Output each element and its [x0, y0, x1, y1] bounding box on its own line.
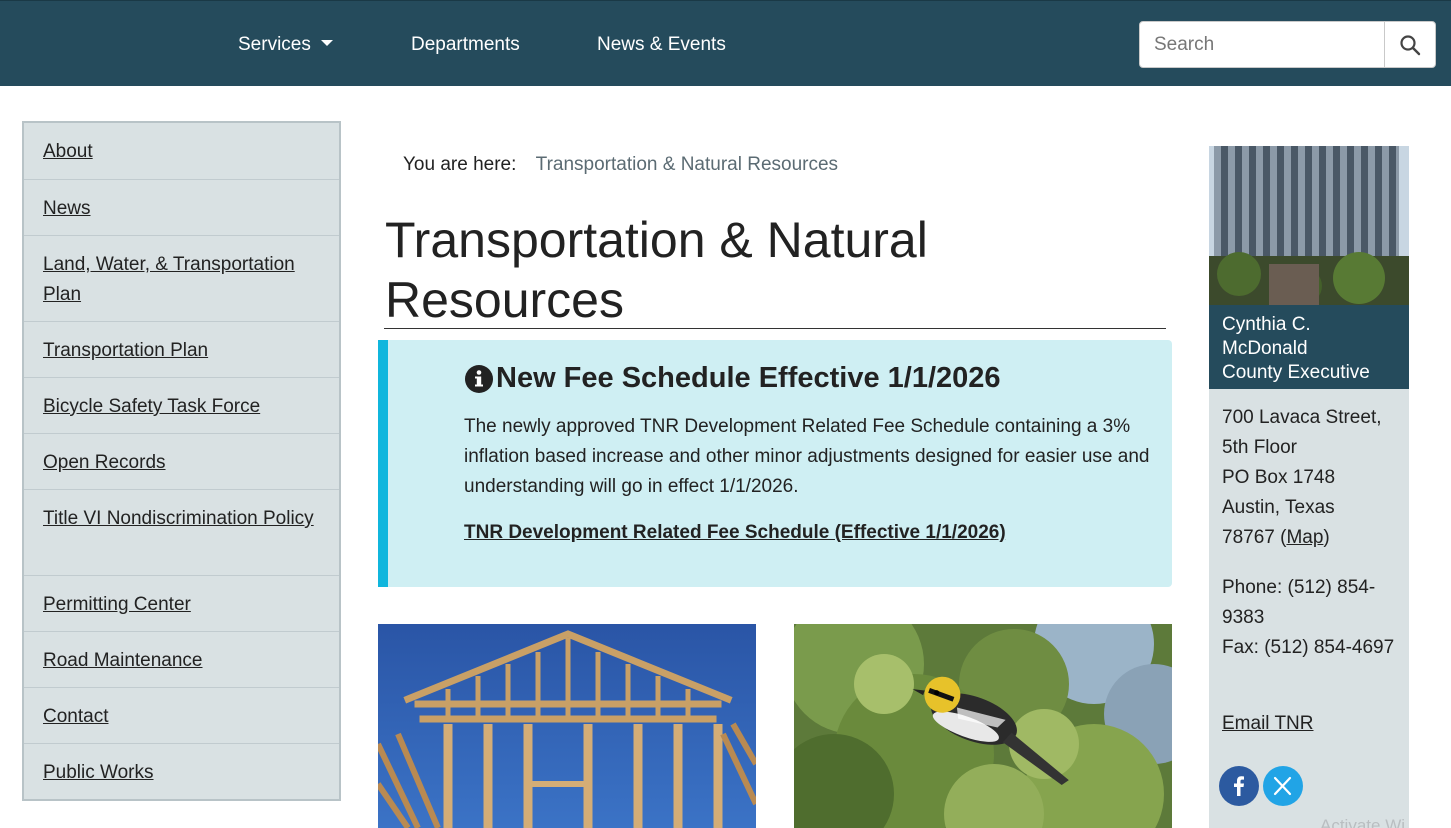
nav-services-dropdown[interactable]: Services [238, 34, 333, 56]
sidebar-nav: About News Land, Water, & Transportation… [22, 121, 341, 801]
x-twitter-button[interactable] [1263, 766, 1303, 806]
x-icon [1273, 776, 1292, 796]
construction-photo[interactable] [378, 624, 756, 828]
activate-windows-watermark: Activate Wi [1320, 816, 1406, 828]
sidebar-item-about[interactable]: About [24, 123, 339, 179]
phone-number: Phone: (512) 854-9383 [1222, 577, 1376, 628]
breadcrumb-prefix: You are here: [403, 154, 517, 175]
sidebar-item-transportation-plan[interactable]: Transportation Plan [24, 321, 339, 377]
page-title: Transportation & Natural Resources [385, 212, 928, 328]
search-icon [1400, 34, 1421, 55]
alert-body: The newly approved TNR Development Relat… [464, 416, 1150, 497]
facebook-icon [1234, 776, 1244, 796]
sidebar-item-news[interactable]: News [24, 179, 339, 235]
alert-heading: New Fee Schedule Effective 1/1/2026 [464, 362, 1001, 395]
fee-schedule-link[interactable]: TNR Development Related Fee Schedule (Ef… [464, 522, 1006, 544]
sidebar-item-open-records[interactable]: Open Records [24, 433, 339, 489]
executive-role: County Executive [1222, 362, 1370, 383]
executive-info: Cynthia C. McDonald County Executive [1209, 305, 1409, 389]
search-button[interactable] [1384, 21, 1436, 68]
address-street: 700 Lavaca Street, 5th Floor [1222, 407, 1382, 458]
facebook-button[interactable] [1219, 766, 1259, 806]
sidebar-item-land-water-transportation-plan[interactable]: Land, Water, & Transportation Plan [24, 235, 339, 321]
search-input[interactable] [1139, 21, 1385, 68]
sidebar-item-road-maintenance[interactable]: Road Maintenance [24, 631, 339, 687]
nav-news-events-link[interactable]: News & Events [597, 34, 726, 56]
sidebar-item-permitting-center[interactable]: Permitting Center [24, 575, 339, 631]
info-icon [465, 364, 493, 393]
office-phone-fax: Phone: (512) 854-9383 Fax: (512) 854-469… [1222, 573, 1402, 663]
email-tnr-link[interactable]: Email TNR [1222, 713, 1314, 735]
office-address: 700 Lavaca Street, 5th Floor PO Box 1748… [1222, 403, 1402, 553]
nav-departments-link[interactable]: Departments [411, 34, 520, 56]
caret-down-icon [320, 39, 333, 46]
fee-schedule-alert: New Fee Schedule Effective 1/1/2026 The … [378, 340, 1172, 587]
address-zip: 78767 [1222, 527, 1275, 548]
sidebar-item-contact[interactable]: Contact [24, 687, 339, 743]
alert-heading-text: New Fee Schedule Effective 1/1/2026 [496, 362, 1001, 394]
breadcrumb: You are here: Transportation & Natural R… [403, 154, 838, 176]
breadcrumb-current-link[interactable]: Transportation & Natural Resources [536, 154, 838, 175]
address-po-box: PO Box 1748 [1222, 467, 1336, 488]
office-building-photo [1209, 146, 1409, 305]
sidebar-item-title-vi-policy[interactable]: Title VI Nondiscrimination Policy [24, 489, 339, 575]
map-link[interactable]: Map [1286, 527, 1323, 548]
sidebar-item-bicycle-safety-task-force[interactable]: Bicycle Safety Task Force [24, 377, 339, 433]
fax-number: Fax: (512) 854-4697 [1222, 637, 1395, 658]
executive-name: Cynthia C. McDonald [1222, 314, 1311, 359]
address-city: Austin, Texas [1222, 497, 1335, 518]
executive-sidebar: Cynthia C. McDonald County Executive 700… [1209, 146, 1409, 828]
sidebar-item-public-works[interactable]: Public Works [24, 743, 339, 799]
top-navigation-bar: Services Departments News & Events [0, 0, 1451, 86]
address-zip-line: 78767 (Map) [1222, 527, 1330, 548]
title-divider [384, 328, 1166, 329]
warbler-bird-photo[interactable] [794, 624, 1172, 828]
nav-services-label: Services [238, 34, 311, 55]
